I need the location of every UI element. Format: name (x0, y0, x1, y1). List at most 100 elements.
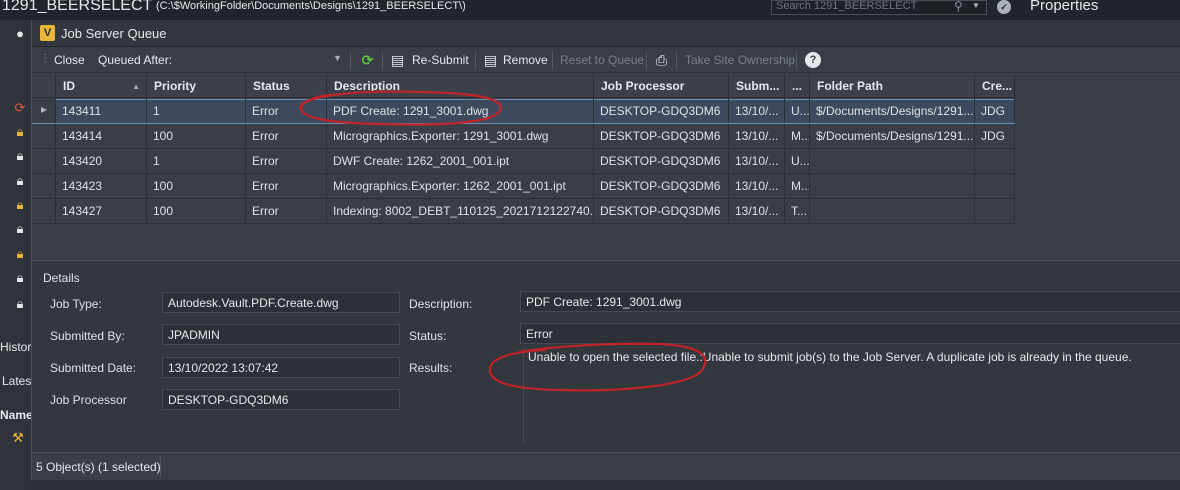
cell-priority: 100 (147, 174, 246, 198)
cell-description: DWF Create: 1262_2001_001.ipt (327, 149, 594, 173)
job-processor-field[interactable]: DESKTOP-GDQ3DM6 (162, 389, 400, 410)
close-button[interactable]: Close (54, 53, 85, 67)
cell-status: Error (246, 99, 327, 123)
remove-icon[interactable]: ▤ (482, 52, 499, 69)
name-column-header[interactable]: Name (0, 408, 33, 422)
column-header-description[interactable]: Description (327, 74, 594, 98)
resubmit-icon[interactable]: ▤ (389, 52, 406, 69)
lock-icon: 🔒︎ (16, 270, 24, 285)
printer-icon[interactable]: ⎙ (653, 52, 670, 69)
cell-submitted: 13/10/... (729, 174, 785, 198)
results-field[interactable]: Unable to open the selected file.:Unable… (523, 347, 1180, 443)
column-header-created-by[interactable]: Cre... (975, 74, 1015, 98)
details-panel: Details Job Type: Autodesk.Vault.PDF.Cre… (32, 260, 1180, 452)
parent-titlebar: 1291_BEERSELECT (C:\$WorkingFolder\Docum… (0, 0, 1180, 20)
cell-priority: 100 (147, 199, 246, 223)
file-icon: ⚒ (12, 430, 24, 445)
lock-icon: 🔒︎ (16, 173, 24, 188)
search-icon[interactable]: ⚲ (954, 0, 963, 13)
cell-job-processor: DESKTOP-GDQ3DM6 (594, 99, 729, 123)
refresh-icon[interactable]: ⟳ (359, 52, 376, 69)
cell-id: 143420 (56, 149, 147, 173)
toolbar-separator (796, 52, 797, 69)
cell-more: M... (785, 174, 810, 198)
toolbar-separator (382, 52, 383, 69)
queued-after-dropdown[interactable]: Queued After: (98, 53, 172, 67)
cell-job-processor: DESKTOP-GDQ3DM6 (594, 149, 729, 173)
search-box[interactable]: Search 1291_BEERSELECT ⚲ ▼ (771, 0, 987, 15)
details-legend: Details (43, 271, 80, 285)
cell-job-processor: DESKTOP-GDQ3DM6 (594, 174, 729, 198)
cell-more: T... (785, 199, 810, 223)
table-row[interactable]: 143420 1 Error DWF Create: 1262_2001_001… (32, 149, 1015, 174)
cell-created-by (975, 199, 1015, 223)
chevron-down-icon[interactable]: ▼ (333, 53, 342, 63)
parent-title: 1291_BEERSELECT (2, 0, 153, 14)
table-row[interactable]: 143423 100 Error Micrographics.Exporter:… (32, 174, 1015, 199)
job-type-label: Job Type: (50, 297, 102, 311)
resubmit-button[interactable]: Re-Submit (412, 53, 469, 67)
status-field[interactable]: Error (520, 323, 1180, 344)
sync-icon: ⟳ (14, 100, 26, 115)
current-row-icon: ▶ (41, 105, 48, 114)
cell-created-by (975, 149, 1015, 173)
latest-tab[interactable]: Latest (2, 374, 35, 388)
job-queue-grid: ID ▲ Priority Status Description Job Proc… (32, 74, 1180, 260)
cell-more: U... (785, 149, 810, 173)
cell-description: Micrographics.Exporter: 1262_2001_001.ip… (327, 174, 594, 198)
cell-submitted: 13/10/... (729, 124, 785, 148)
row-indicator (32, 199, 56, 223)
help-icon[interactable]: ✓ (997, 0, 1011, 14)
toolbar-grip-icon[interactable]: ⋮ (40, 53, 50, 64)
table-row[interactable]: 143414 100 Error Micrographics.Exporter:… (32, 124, 1015, 149)
job-type-field[interactable]: Autodesk.Vault.PDF.Create.dwg (162, 292, 400, 313)
submitted-date-field[interactable]: 13/10/2022 13:07:42 (162, 357, 400, 378)
column-header-job-processor[interactable]: Job Processor (594, 74, 729, 98)
toolbar-separator (475, 52, 476, 69)
status-dot-icon: ● (16, 26, 24, 41)
job-server-queue-dialog: V Job Server Queue ⋮ Close Queued After:… (31, 20, 1180, 480)
cell-status: Error (246, 149, 327, 173)
submitted-by-label: Submitted By: (50, 329, 125, 343)
cell-more: U... (785, 99, 810, 123)
cell-job-processor: DESKTOP-GDQ3DM6 (594, 124, 729, 148)
cell-folder-path (810, 174, 975, 198)
column-header-status[interactable]: Status (246, 74, 327, 98)
cell-status: Error (246, 199, 327, 223)
cell-priority: 100 (147, 124, 246, 148)
lock-icon: 🔒︎ (16, 148, 24, 163)
row-indicator: ▶ (32, 99, 56, 123)
cell-more: M... (785, 124, 810, 148)
header-indicator (32, 74, 56, 98)
cell-priority: 1 (147, 149, 246, 173)
reset-to-queue-button[interactable]: Reset to Queue (560, 53, 644, 67)
cell-created-by: JDG (975, 99, 1015, 123)
cell-created-by: JDG (975, 124, 1015, 148)
status-separator (160, 457, 161, 477)
column-header-priority[interactable]: Priority (147, 74, 246, 98)
search-dropdown-icon[interactable]: ▼ (972, 1, 980, 10)
parent-left-panel: ● ⟳ 🔒︎ 🔒︎ 🔒︎ 🔒︎ 🔒︎ 🔒︎ 🔒︎ 🔒︎ History Late… (0, 20, 37, 490)
remove-button[interactable]: Remove (503, 53, 548, 67)
object-count: 5 Object(s) (1 selected) (36, 460, 161, 474)
cell-submitted: 13/10/... (729, 99, 785, 123)
description-field[interactable]: PDF Create: 1291_3001.dwg (520, 291, 1180, 312)
column-header-folder-path[interactable]: Folder Path (810, 74, 975, 98)
column-header-submitted[interactable]: Subm... (729, 74, 785, 98)
cell-folder-path: $/Documents/Designs/1291... (810, 99, 975, 123)
table-row[interactable]: ▶ 143411 1 Error PDF Create: 1291_3001.d… (32, 99, 1015, 124)
cell-created-by (975, 174, 1015, 198)
search-placeholder: Search 1291_BEERSELECT (776, 0, 918, 12)
properties-title: Properties (1030, 0, 1099, 14)
take-site-ownership-button[interactable]: Take Site Ownership (685, 53, 795, 67)
lock-icon: 🔒︎ (16, 246, 24, 261)
column-header-id[interactable]: ID ▲ (56, 74, 147, 98)
table-row[interactable]: 143427 100 Error Indexing: 8002_DEBT_110… (32, 199, 1015, 224)
toolbar: ⋮ Close Queued After: ▼ ⟳ ▤ Re-Submit ▤ … (32, 48, 1180, 73)
column-header-label: ID (63, 79, 75, 93)
lock-icon: 🔒︎ (16, 124, 24, 139)
column-header-more[interactable]: ... (785, 74, 810, 98)
help-icon[interactable]: ? (805, 52, 821, 68)
submitted-by-field[interactable]: JPADMIN (162, 324, 400, 345)
toolbar-separator (646, 52, 647, 69)
